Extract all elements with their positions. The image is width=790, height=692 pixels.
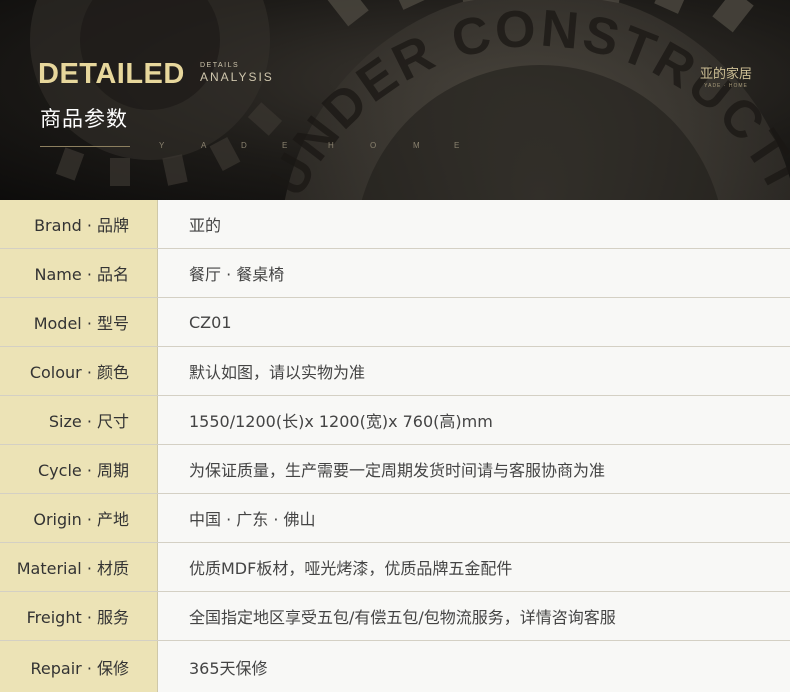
spec-row-repair: Repair · 保修 365天保修	[0, 641, 790, 692]
title-english: DETAILED	[38, 58, 185, 90]
spec-label: Cycle · 周期	[0, 445, 158, 493]
spec-row-origin: Origin · 产地 中国 · 广东 · 佛山	[0, 494, 790, 543]
spec-label: Colour · 颜色	[0, 347, 158, 395]
spec-table: Brand · 品牌 亚的 Name · 品名 餐厅 · 餐桌椅 Model ·…	[0, 200, 790, 692]
spec-value: 中国 · 广东 · 佛山	[158, 494, 790, 542]
spec-label: Origin · 产地	[0, 494, 158, 542]
spaced-letter: H	[328, 141, 334, 150]
subtitle-details: DETAILS	[200, 62, 240, 69]
subtitle-analysis: ANALYSIS	[200, 70, 274, 84]
spaced-letter: D	[241, 141, 247, 150]
title-chinese: 商品参数	[40, 107, 128, 131]
spec-value: 全国指定地区享受五包/有偿五包/包物流服务，详情咨询客服	[158, 592, 790, 640]
spec-label: Name · 品名	[0, 249, 158, 297]
spec-value: 为保证质量，生产需要一定周期发货时间请与客服协商为准	[158, 445, 790, 493]
spaced-letter: A	[201, 141, 207, 150]
spec-row-colour: Colour · 颜色 默认如图，请以实物为准	[0, 347, 790, 396]
spaced-letter: M	[413, 141, 420, 150]
spec-value: 默认如图，请以实物为准	[158, 347, 790, 395]
spec-label: Freight · 服务	[0, 592, 158, 640]
title-subtitle: DETAILS ANALYSIS	[200, 62, 274, 84]
spec-row-brand: Brand · 品牌 亚的	[0, 200, 790, 249]
spaced-letter: E	[454, 141, 460, 150]
spaced-letter: O	[370, 141, 377, 150]
spec-row-size: Size · 尺寸 1550/1200(长)x 1200(宽)x 760(高)m…	[0, 396, 790, 445]
spec-row-freight: Freight · 服务 全国指定地区享受五包/有偿五包/包物流服务，详情咨询客…	[0, 592, 790, 641]
spec-value: 亚的	[158, 200, 790, 248]
spec-value: CZ01	[158, 298, 790, 346]
spec-value: 1550/1200(长)x 1200(宽)x 760(高)mm	[158, 396, 790, 444]
spec-row-name: Name · 品名 餐厅 · 餐桌椅	[0, 249, 790, 298]
spec-label: Material · 材质	[0, 543, 158, 591]
spec-label: Repair · 保修	[0, 641, 158, 692]
product-detail-page: UNDER CONSTRUCTION DETAILED DETAILS ANAL…	[0, 0, 790, 692]
spaced-letter: Y	[159, 141, 165, 150]
spec-value: 优质MDF板材，哑光烤漆，优质品牌五金配件	[158, 543, 790, 591]
spec-label: Size · 尺寸	[0, 396, 158, 444]
brand-logo: 亚的家居 YADE · HOME	[700, 63, 752, 89]
spaced-letter: E	[282, 141, 288, 150]
spec-row-material: Material · 材质 优质MDF板材，哑光烤漆，优质品牌五金配件	[0, 543, 790, 592]
spec-row-cycle: Cycle · 周期 为保证质量，生产需要一定周期发货时间请与客服协商为准	[0, 445, 790, 494]
spec-value: 餐厅 · 餐桌椅	[158, 249, 790, 297]
brand-logo-chinese: 亚的家居	[700, 67, 753, 82]
spec-label: Model · 型号	[0, 298, 158, 346]
brand-spaced-letters: Y A D E H O M E	[0, 141, 790, 153]
gears-background-image: UNDER CONSTRUCTION	[0, 0, 790, 200]
spec-label: Brand · 品牌	[0, 200, 158, 248]
spec-value: 365天保修	[158, 641, 790, 692]
header-banner: UNDER CONSTRUCTION DETAILED DETAILS ANAL…	[0, 0, 790, 200]
spec-row-model: Model · 型号 CZ01	[0, 298, 790, 347]
brand-logo-english: YADE · HOME	[704, 83, 748, 89]
